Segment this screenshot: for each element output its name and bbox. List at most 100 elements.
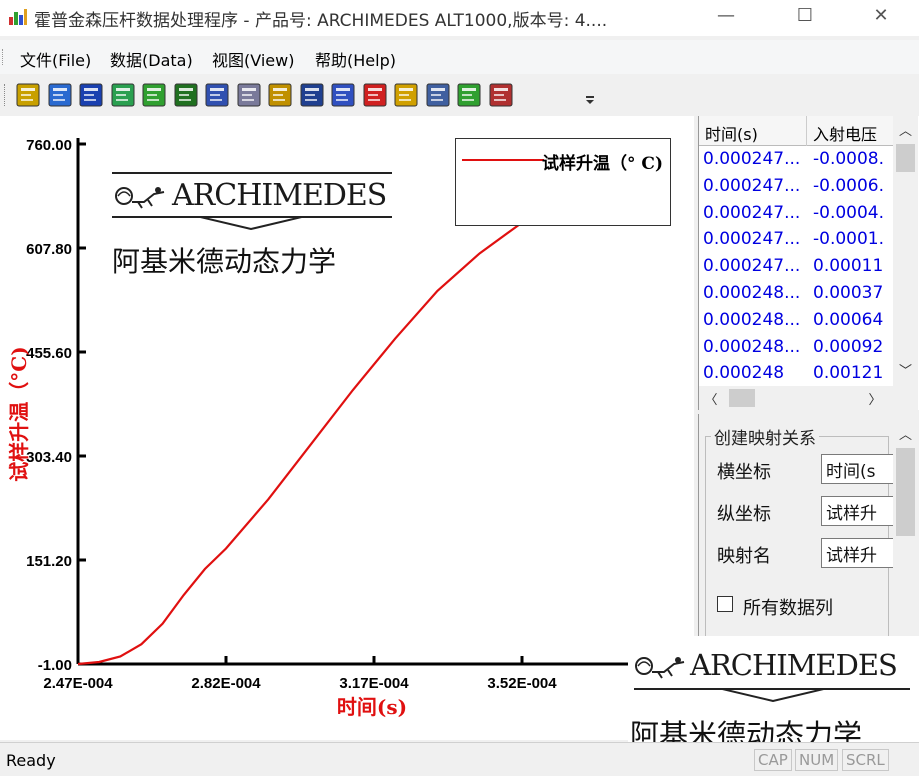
x-axis-title: 时间(s)	[337, 695, 407, 719]
grid-header: 时间(s) 入射电压	[699, 116, 899, 146]
maximize-button[interactable]: ☐	[782, 2, 828, 30]
mapping-scroll-thumb[interactable]	[896, 448, 915, 536]
status-text: Ready	[6, 751, 56, 770]
y-tick-label: 151.20	[26, 553, 72, 570]
table-row[interactable]: 0.000247... 0.00011	[699, 254, 893, 281]
save-icon[interactable]	[79, 83, 103, 107]
toolbar-overflow-icon[interactable]	[585, 86, 595, 106]
chart-icon[interactable]	[174, 83, 198, 107]
grid-vertical-scrollbar[interactable]: ︿ ﹀	[893, 116, 918, 386]
x-axis-select[interactable]: 时间(s	[821, 454, 893, 484]
cell-incident-voltage[interactable]: -0.0001.	[809, 227, 895, 254]
logo-top-rule	[112, 172, 392, 174]
table-row[interactable]: 0.000248 0.00121	[699, 361, 893, 388]
open-folder-icon[interactable]	[48, 83, 72, 107]
overlay-brand-text: ARCHIMEDES	[690, 648, 898, 682]
cell-incident-voltage[interactable]: 0.00011	[809, 254, 895, 281]
mapping-scroll-up-icon[interactable]: ︿	[893, 424, 918, 443]
disk-icon[interactable]	[300, 83, 324, 107]
mapping-name-label: 映射名	[717, 546, 771, 567]
overlay-archimedes-figure-icon	[635, 657, 685, 679]
cell-time[interactable]: 0.000247...	[699, 147, 807, 174]
cell-time[interactable]: 0.000247...	[699, 254, 807, 281]
toolbar-grip	[4, 84, 7, 106]
mapping-vertical-scrollbar[interactable]: ︿	[893, 420, 918, 636]
cell-time[interactable]: 0.000247...	[699, 227, 807, 254]
overlay-chevron-icon	[718, 688, 828, 702]
graph-icon[interactable]	[268, 83, 292, 107]
y-tick-label: 303.40	[26, 449, 72, 466]
all-columns-checkbox[interactable]	[717, 596, 733, 612]
open-icon[interactable]	[16, 83, 40, 107]
table-icon[interactable]	[331, 83, 355, 107]
x-tick-label: 3.17E-004	[339, 675, 409, 692]
cell-time[interactable]: 0.000247...	[699, 174, 807, 201]
cell-time[interactable]: 0.000248...	[699, 281, 807, 308]
archimedes-figure-icon	[115, 187, 165, 209]
cell-incident-voltage[interactable]: 0.00037	[809, 281, 895, 308]
help-icon[interactable]	[394, 83, 418, 107]
table-row[interactable]: 0.000248... 0.00092	[699, 335, 893, 362]
scroll-thumb[interactable]	[896, 144, 915, 172]
chart-legend: 试样升温（° C)	[455, 138, 671, 226]
mapping-panel: 创建映射关系 横坐标 时间(s 纵坐标 试样升 映射名 试样升 所有数据列 ︿	[698, 414, 919, 641]
menu-help[interactable]: 帮助(Help)	[315, 47, 396, 71]
cell-time[interactable]: 0.000248	[699, 361, 807, 388]
title-bar: 霍普金森压杆数据处理程序 - 产品号: ARCHIMEDES ALT1000,版…	[0, 0, 919, 36]
table-row[interactable]: 0.000247... -0.0006.	[699, 174, 893, 201]
x-axis-label: 横坐标	[717, 462, 771, 483]
form-icon[interactable]	[205, 83, 229, 107]
close-button[interactable]: ✕	[858, 2, 904, 30]
cell-incident-voltage[interactable]: 0.00121	[809, 361, 895, 388]
logo-brand-text: ARCHIMEDES	[172, 178, 387, 213]
step-2-icon[interactable]	[457, 83, 481, 107]
menu-file[interactable]: 文件(File)	[20, 47, 91, 71]
y-tick-label: -1.00	[38, 657, 72, 674]
y-axis-title: 试样升温（°C)	[7, 346, 31, 481]
cell-incident-voltage[interactable]: -0.0006.	[809, 174, 895, 201]
y-tick-label: 455.60	[26, 345, 72, 362]
logo-chinese-text: 阿基米德动态力学	[112, 245, 337, 278]
table-row[interactable]: 0.000247... -0.0004.	[699, 201, 893, 228]
cell-incident-voltage[interactable]: 0.00064	[809, 308, 895, 335]
cell-incident-voltage[interactable]: 0.00092	[809, 335, 895, 362]
cell-time[interactable]: 0.000248...	[699, 308, 807, 335]
mapping-name-input[interactable]: 试样升	[821, 538, 893, 568]
scroll-left-icon[interactable]: 〈	[703, 389, 719, 408]
cell-time[interactable]: 0.000247...	[699, 201, 807, 228]
table-row[interactable]: 0.000248... 0.00064	[699, 308, 893, 335]
table-row[interactable]: 0.000248... 0.00037	[699, 281, 893, 308]
column-header-time[interactable]: 时间(s)	[699, 116, 807, 146]
y-axis-select[interactable]: 试样升	[821, 496, 893, 526]
cell-incident-voltage[interactable]: -0.0008.	[809, 147, 895, 174]
status-bar: Ready CAP NUM SCRL	[0, 742, 919, 776]
minimize-button[interactable]: —	[703, 2, 749, 30]
scroll-up-icon[interactable]: ︿	[893, 120, 918, 139]
table-row[interactable]: 0.000247... -0.0001.	[699, 227, 893, 254]
cell-incident-voltage[interactable]: -0.0004.	[809, 201, 895, 228]
plot-watermark-logo: ARCHIMEDES 阿基米德动态力学	[112, 172, 402, 282]
scroll-down-icon[interactable]: ﹀	[893, 360, 918, 379]
scroll-right-icon[interactable]: 〉	[867, 389, 883, 408]
export-icon[interactable]	[237, 83, 261, 107]
menu-data[interactable]: 数据(Data)	[110, 47, 193, 71]
chart-area[interactable]: -1.00 151.20 303.40 455.60 607.80 760.00 2.47E…	[0, 116, 694, 740]
data-grid[interactable]: 时间(s) 入射电压 0.000247... -0.0008. 0.000247..…	[698, 116, 919, 410]
step-3-icon[interactable]	[489, 83, 513, 107]
column-header-incident-voltage[interactable]: 入射电压	[807, 116, 899, 146]
toolbar	[0, 76, 919, 114]
notes-icon[interactable]	[426, 83, 450, 107]
axis-x-icon[interactable]	[142, 83, 166, 107]
mapping-group-title: 创建映射关系	[711, 424, 819, 449]
x-tick-label: 2.82E-004	[191, 675, 261, 692]
x-tick-label: 3.52E-004	[487, 675, 557, 692]
stop-icon[interactable]	[363, 83, 387, 107]
hscroll-thumb[interactable]	[729, 389, 755, 407]
cell-time[interactable]: 0.000248...	[699, 335, 807, 362]
menu-view[interactable]: 视图(View)	[212, 47, 294, 71]
table-row[interactable]: 0.000247... -0.0008.	[699, 147, 893, 174]
window-title: 霍普金森压杆数据处理程序 - 产品号: ARCHIMEDES ALT1000,版…	[34, 11, 608, 31]
grid-horizontal-scrollbar[interactable]: 〈 〉	[699, 386, 918, 410]
refresh-icon[interactable]	[111, 83, 135, 107]
app-icon	[9, 9, 27, 25]
